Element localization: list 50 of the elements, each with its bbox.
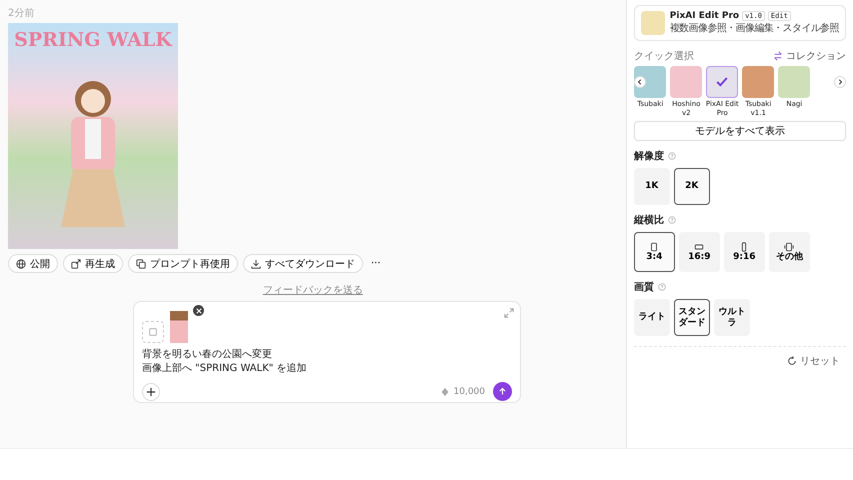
action-button[interactable]: プロンプト再使用 <box>128 254 238 273</box>
send-button[interactable] <box>493 382 512 401</box>
option-button[interactable]: 9:16 <box>724 232 765 272</box>
model-description: 複数画像参照・画像編集・スタイル参照 <box>670 22 839 35</box>
next-button[interactable] <box>834 76 846 88</box>
image-add-icon <box>148 327 158 337</box>
chevron-right-icon <box>837 79 843 85</box>
chevron-left-icon <box>636 79 643 85</box>
image-title-text: SPRING WALK <box>14 29 172 51</box>
option-button[interactable]: 16:9 <box>678 232 720 272</box>
copy-icon <box>136 258 146 268</box>
portrait-icon <box>649 242 660 252</box>
swap-icon <box>773 51 783 61</box>
timestamp: 2分前 <box>8 7 36 20</box>
section-title: 画質 <box>634 280 654 294</box>
collection-link[interactable]: コレクション <box>773 49 846 63</box>
expand-icon[interactable] <box>504 308 514 318</box>
section-title: 縦横比 <box>634 214 664 227</box>
show-all-models-button[interactable]: モデルをすべて表示 <box>634 121 846 141</box>
model-thumbnail <box>640 11 665 35</box>
share-icon <box>71 258 81 268</box>
arrow-up-icon <box>498 387 507 396</box>
option-button[interactable]: ライト <box>634 299 670 336</box>
reset-icon <box>787 356 797 366</box>
plus-icon <box>146 386 156 396</box>
action-button[interactable]: すべてダウンロード <box>243 254 363 273</box>
section-label: クイック選択 <box>634 50 694 63</box>
reference-image-thumbnail <box>170 311 188 343</box>
close-icon <box>196 308 202 314</box>
globe-icon <box>16 258 26 268</box>
close-button[interactable] <box>193 305 204 316</box>
option-button[interactable]: スタンダード <box>674 299 710 336</box>
section-title: 解像度 <box>634 149 664 163</box>
credits-icon <box>440 386 450 396</box>
reset-button[interactable]: リセット <box>781 353 846 369</box>
more-button[interactable]: ··· <box>368 254 384 273</box>
add-button[interactable] <box>142 382 160 400</box>
aspect-custom-icon <box>784 242 794 252</box>
action-button[interactable]: 再生成 <box>63 254 123 273</box>
option-button[interactable]: 3:4 <box>634 232 675 272</box>
prompt-input[interactable]: 背景を明るい春の公園へ変更 画像上部へ "SPRING WALK" を追加 <box>142 348 512 376</box>
credit-count: 10,000 <box>454 386 485 396</box>
action-button[interactable]: 公開 <box>8 254 58 273</box>
option-button[interactable]: その他 <box>768 232 810 272</box>
download-icon <box>251 258 261 268</box>
model-name: PixAI Edit Pro <box>670 11 740 21</box>
option-button[interactable]: 2K <box>674 168 710 205</box>
option-button[interactable]: 1K <box>634 168 670 205</box>
landscape-icon <box>694 242 704 252</box>
option-button[interactable]: ウルトラ <box>714 299 750 336</box>
